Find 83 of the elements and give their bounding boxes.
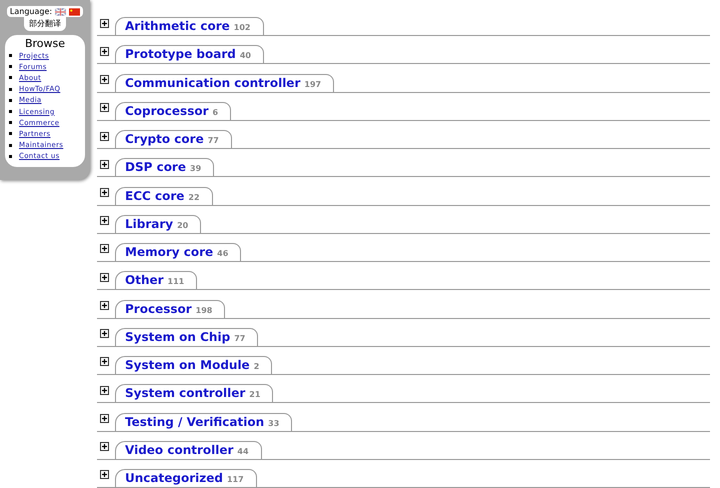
browse-title: Browse	[24, 37, 66, 50]
category-count: 198	[196, 306, 212, 315]
category-count: 77	[208, 136, 219, 146]
category-tab[interactable]: Crypto core 77	[115, 130, 232, 148]
category-count: 22	[188, 192, 200, 202]
expand-icon[interactable]	[100, 160, 109, 169]
category-link[interactable]: Prototype board	[125, 47, 236, 62]
category-tab[interactable]: Other 111	[115, 271, 198, 290]
category-tab[interactable]: Coprocessor 6	[115, 102, 232, 120]
expand-icon[interactable]	[100, 75, 109, 84]
expand-icon[interactable]	[100, 357, 109, 366]
bullet-icon	[9, 154, 12, 158]
category-tab[interactable]: Memory core 46	[115, 243, 242, 262]
flag-icon[interactable]	[69, 8, 80, 16]
category-link[interactable]: Coprocessor	[125, 104, 209, 118]
category-link[interactable]: Video controller	[125, 442, 234, 457]
category-count: 46	[217, 249, 228, 258]
bullet-icon	[9, 110, 12, 114]
expand-icon[interactable]	[100, 414, 109, 423]
category-tab[interactable]: Library 20	[115, 214, 202, 233]
category-tab[interactable]: System controller 21	[115, 384, 274, 402]
category-link[interactable]: Uncategorized	[125, 470, 223, 485]
category-link[interactable]: Testing / Verification	[125, 414, 264, 429]
category-tab[interactable]: ECC core 22	[115, 186, 213, 205]
expand-icon[interactable]	[100, 103, 109, 112]
expand-icon[interactable]	[100, 300, 109, 310]
bullet-icon	[9, 121, 12, 124]
category-tab[interactable]: Communication controller 197	[115, 74, 334, 92]
category-count: 77	[234, 334, 246, 343]
category-count: 21	[249, 390, 260, 400]
category-link[interactable]: System controller	[125, 386, 246, 400]
category-tab[interactable]: System on Chip 77	[115, 328, 258, 346]
category-link[interactable]: Arithmetic core	[125, 19, 230, 34]
expand-icon[interactable]	[100, 132, 109, 141]
category-count: 6	[212, 108, 218, 117]
category-count: 44	[237, 446, 249, 456]
bullet-icon	[9, 54, 12, 58]
category-link[interactable]: Library	[125, 216, 174, 231]
category-count: 117	[226, 474, 244, 484]
bullet-icon	[9, 132, 12, 136]
bullet-icon	[9, 98, 12, 102]
category-tab[interactable]: Prototype board 40	[115, 45, 264, 64]
category-tab[interactable]: Video controller 44	[115, 440, 262, 459]
category-link[interactable]: Memory core	[125, 245, 214, 260]
expand-icon[interactable]	[100, 470, 109, 480]
category-link[interactable]: Communication controller	[125, 76, 300, 90]
category-link[interactable]: DSP core	[125, 160, 186, 174]
category-tab[interactable]: DSP core 39	[115, 158, 214, 176]
expand-icon[interactable]	[100, 329, 109, 338]
category-link[interactable]: Processor	[125, 302, 192, 316]
category-tab[interactable]: System on Module 2	[115, 356, 272, 374]
category-tab[interactable]: Testing / Verification 33	[115, 412, 292, 431]
bullet-icon	[9, 88, 12, 91]
category-link[interactable]: System on Chip	[125, 330, 230, 344]
expand-icon[interactable]	[100, 272, 109, 282]
bullet-icon	[9, 65, 12, 68]
expand-icon[interactable]	[100, 386, 109, 395]
category-link[interactable]: Other	[125, 273, 164, 288]
category-count: 2	[254, 362, 260, 372]
category-link[interactable]: Crypto core	[125, 132, 204, 146]
category-tab[interactable]: Processor 198	[115, 300, 226, 318]
category-count: 102	[234, 23, 250, 32]
flag-icon[interactable]	[55, 8, 66, 16]
expand-icon[interactable]	[100, 18, 109, 28]
bullet-icon	[9, 144, 12, 147]
language-label: Language:	[10, 7, 52, 16]
expand-icon[interactable]	[100, 442, 109, 452]
category-tab[interactable]: Uncategorized 117	[115, 468, 257, 487]
expand-icon[interactable]	[100, 46, 109, 56]
category-tab[interactable]: Arithmetic core 102	[115, 17, 264, 36]
category-count: 20	[177, 220, 188, 230]
category-count: 33	[268, 418, 280, 428]
expand-icon[interactable]	[100, 244, 109, 254]
category-count: 40	[240, 51, 251, 60]
translate-button[interactable]: 部分翻译	[24, 17, 66, 31]
expand-icon[interactable]	[100, 216, 109, 226]
category-count: 39	[190, 164, 202, 174]
category-count: 197	[304, 80, 322, 89]
category-link[interactable]: ECC core	[125, 188, 184, 203]
expand-icon[interactable]	[100, 188, 109, 198]
category-link[interactable]: System on Module	[125, 358, 250, 372]
bullet-icon	[9, 76, 12, 80]
category-count: 111	[168, 277, 184, 286]
